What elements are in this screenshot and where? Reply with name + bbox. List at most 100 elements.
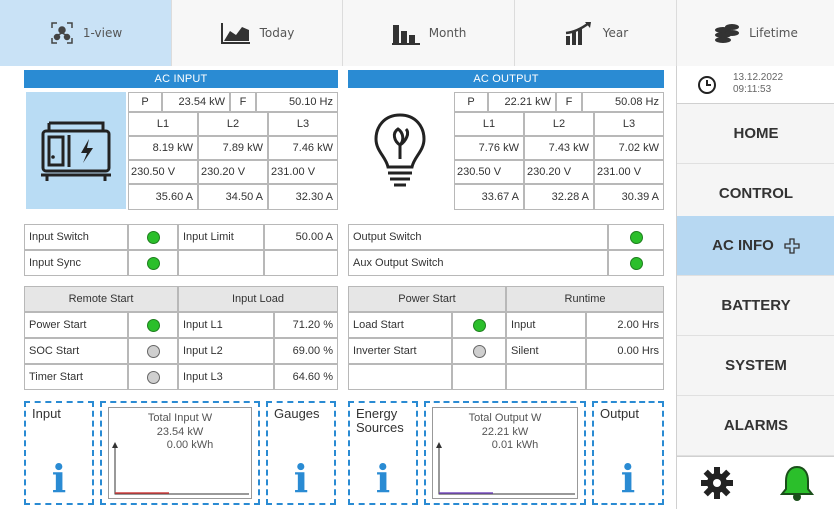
voltage-l2: 230.20 V xyxy=(524,160,594,184)
input-l2-label: Input L2 xyxy=(178,338,274,364)
soc-start-label: SOC Start xyxy=(24,338,128,364)
date-text: 13.12.2022 xyxy=(733,72,784,83)
energy-sources-info-tile[interactable]: Energy Sources i xyxy=(348,401,418,505)
led-on-icon xyxy=(146,256,160,270)
output-switch-indicator[interactable] xyxy=(608,224,664,250)
remote-start-header: Remote Start xyxy=(24,286,178,312)
current-l1: 33.67 A xyxy=(454,184,524,210)
coin-stack-icon xyxy=(715,24,740,43)
f-label: F xyxy=(556,92,582,112)
input-l1-value: 71.20 % xyxy=(274,312,338,338)
runtime-silent-label: Silent xyxy=(506,338,586,364)
p-label: P xyxy=(128,92,162,112)
datetime-display: 13.12.2022 09:11:53 xyxy=(677,66,834,104)
phase-header-l1: L1 xyxy=(128,112,198,136)
datetime-text: 13.12.2022 09:11:53 xyxy=(733,72,783,96)
info-icon: i xyxy=(620,456,636,501)
generator-image xyxy=(26,92,126,209)
led-on-icon xyxy=(629,256,643,270)
nav-system[interactable]: SYSTEM xyxy=(677,336,834,396)
input-switch-label: Input Switch xyxy=(24,224,128,250)
tab-lifetime[interactable]: Lifetime xyxy=(677,0,834,66)
load-start-indicator[interactable] xyxy=(452,312,506,338)
output-graph-tile[interactable]: Total Output W 22.21 kW 0.01 kWh xyxy=(424,401,586,505)
ac-output-panel: AC OUTPUT P 22.21 kW F 50.08 Hz L1 L2 L3… xyxy=(348,70,664,212)
output-graph: Total Output W 22.21 kW 0.01 kWh xyxy=(432,407,578,499)
ac-output-header: AC OUTPUT xyxy=(348,70,664,88)
led-on-icon xyxy=(146,230,160,244)
alarm-bell-icon[interactable] xyxy=(777,463,817,503)
input-tile-label: Input xyxy=(32,406,61,421)
growth-chart-icon xyxy=(565,21,591,45)
f-value: 50.10 Hz xyxy=(256,92,338,112)
input-sync-indicator xyxy=(128,250,178,276)
empty-cell xyxy=(264,250,338,276)
tab-1-view[interactable]: 1-view xyxy=(0,0,172,66)
clock-icon xyxy=(698,76,716,94)
gear-icon[interactable] xyxy=(699,465,735,501)
input-limit-value[interactable]: 50.00 A xyxy=(264,224,338,250)
led-off-icon xyxy=(146,370,160,384)
input-l2-value: 69.00 % xyxy=(274,338,338,364)
runtime-input-value: 2.00 Hrs xyxy=(586,312,664,338)
power-l1: 7.76 kW xyxy=(454,136,524,160)
input-l3-value: 64.60 % xyxy=(274,364,338,390)
side-nav: 13.12.2022 09:11:53 HOME CONTROL AC INFO… xyxy=(676,66,834,509)
nav-battery[interactable]: BATTERY xyxy=(677,276,834,336)
voltage-l3: 231.00 V xyxy=(594,160,664,184)
nav-footer xyxy=(677,456,834,509)
input-info-tile[interactable]: Input i xyxy=(24,401,94,505)
output-switch-label: Output Switch xyxy=(348,224,608,250)
aux-output-switch-indicator[interactable] xyxy=(608,250,664,276)
power-start-panel: Power Start Runtime Load Start Input 2.0… xyxy=(348,286,664,390)
power-start-label: Power Start xyxy=(24,312,128,338)
voltage-l1: 230.50 V xyxy=(454,160,524,184)
empty-cell xyxy=(178,250,264,276)
soc-start-indicator[interactable] xyxy=(128,338,178,364)
output-info-tile[interactable]: Output i xyxy=(592,401,664,505)
remote-start-panel: Remote Start Input Load Power Start Inpu… xyxy=(24,286,338,390)
phase-header-l2: L2 xyxy=(198,112,268,136)
tab-today[interactable]: Today xyxy=(172,0,343,66)
tab-label: Year xyxy=(602,26,629,40)
nav-alarms[interactable]: ALARMS xyxy=(677,396,834,456)
input-l3-label: Input L3 xyxy=(178,364,274,390)
nav-ac-info[interactable]: AC INFO xyxy=(677,216,834,276)
tab-label: Lifetime xyxy=(749,26,798,40)
gauges-info-tile[interactable]: Gauges i xyxy=(266,401,336,505)
input-switch-indicator[interactable] xyxy=(128,224,178,250)
tab-label: Month xyxy=(428,26,467,40)
gauges-tile-label: Gauges xyxy=(274,406,320,421)
f-label: F xyxy=(230,92,256,112)
runtime-input-label: Input xyxy=(506,312,586,338)
phase-header-l2: L2 xyxy=(524,112,594,136)
energy-sources-line2: Sources xyxy=(356,420,404,435)
energy-sources-tile-label: Energy Sources xyxy=(356,407,404,435)
p-label: P xyxy=(454,92,488,112)
empty-cell xyxy=(506,364,586,390)
output-status-panel: Output Switch Aux Output Switch xyxy=(348,224,664,276)
app-window: 1-view Today Month Year Lifetime AC INPU… xyxy=(0,0,834,509)
nav-home[interactable]: HOME xyxy=(677,104,834,164)
power-l2: 7.89 kW xyxy=(198,136,268,160)
light-bulb-icon xyxy=(374,112,426,186)
area-chart-icon xyxy=(220,23,250,44)
tab-label: 1-view xyxy=(82,26,123,40)
timer-start-label: Timer Start xyxy=(24,364,128,390)
input-limit-label: Input Limit xyxy=(178,224,264,250)
phase-header-l3: L3 xyxy=(594,112,664,136)
timer-start-indicator[interactable] xyxy=(128,364,178,390)
p-value: 23.54 kW xyxy=(162,92,230,112)
led-off-icon xyxy=(146,344,160,358)
tab-month[interactable]: Month xyxy=(343,0,515,66)
nav-control[interactable]: CONTROL xyxy=(677,164,834,224)
empty-cell xyxy=(586,364,664,390)
input-l1-label: Input L1 xyxy=(178,312,274,338)
power-start-indicator[interactable] xyxy=(128,312,178,338)
input-graph-tile[interactable]: Total Input W 23.54 kW 0.00 kWh xyxy=(100,401,260,505)
voltage-l2: 230.20 V xyxy=(198,160,268,184)
inverter-start-indicator[interactable] xyxy=(452,338,506,364)
input-graph: Total Input W 23.54 kW 0.00 kWh xyxy=(108,407,252,499)
tab-year[interactable]: Year xyxy=(515,0,677,66)
nav-ac-info-label: AC INFO xyxy=(712,237,774,254)
